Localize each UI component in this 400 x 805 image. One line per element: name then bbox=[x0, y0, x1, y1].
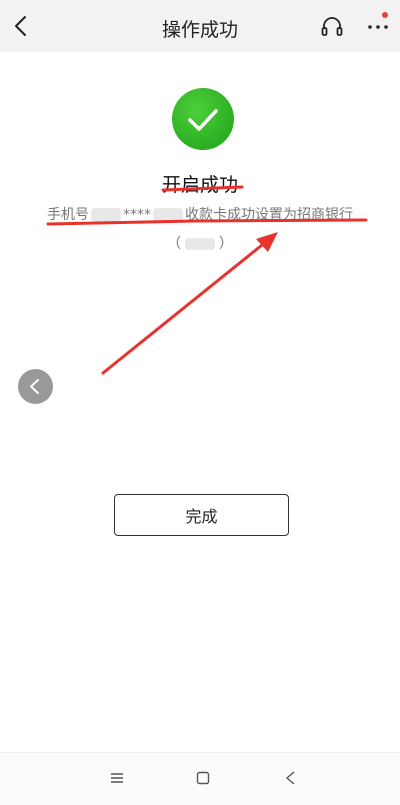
redacted-mask bbox=[91, 208, 121, 222]
system-nav-bar bbox=[0, 752, 400, 805]
redacted-mask bbox=[185, 238, 215, 250]
bank-open-paren: （ bbox=[167, 236, 181, 252]
result-description: 手机号 **** 收款卡成功设置为招商银行 bbox=[0, 204, 400, 224]
top-bar: 操作成功 bbox=[0, 0, 400, 52]
floating-back-button[interactable] bbox=[18, 369, 53, 404]
success-icon bbox=[172, 88, 234, 150]
redacted-mask bbox=[153, 208, 183, 222]
headset-icon[interactable] bbox=[320, 16, 344, 38]
desc-suffix: 收款卡成功设置为招商银行 bbox=[185, 207, 353, 223]
status-title: 开启成功 bbox=[161, 174, 238, 196]
bank-detail: （） bbox=[0, 233, 400, 253]
arrow-shaft bbox=[101, 243, 264, 375]
done-button[interactable]: 完成 bbox=[114, 494, 289, 536]
chevron-left-icon bbox=[30, 379, 39, 394]
desc-masked: **** bbox=[123, 207, 151, 223]
menu-icon[interactable] bbox=[108, 769, 126, 787]
bank-close-paren: ） bbox=[219, 236, 233, 252]
home-square-icon[interactable] bbox=[194, 769, 212, 787]
back-triangle-icon[interactable] bbox=[282, 769, 300, 787]
checkmark-icon bbox=[188, 109, 218, 131]
desc-prefix: 手机号 bbox=[47, 207, 89, 223]
notification-dot bbox=[382, 12, 388, 18]
